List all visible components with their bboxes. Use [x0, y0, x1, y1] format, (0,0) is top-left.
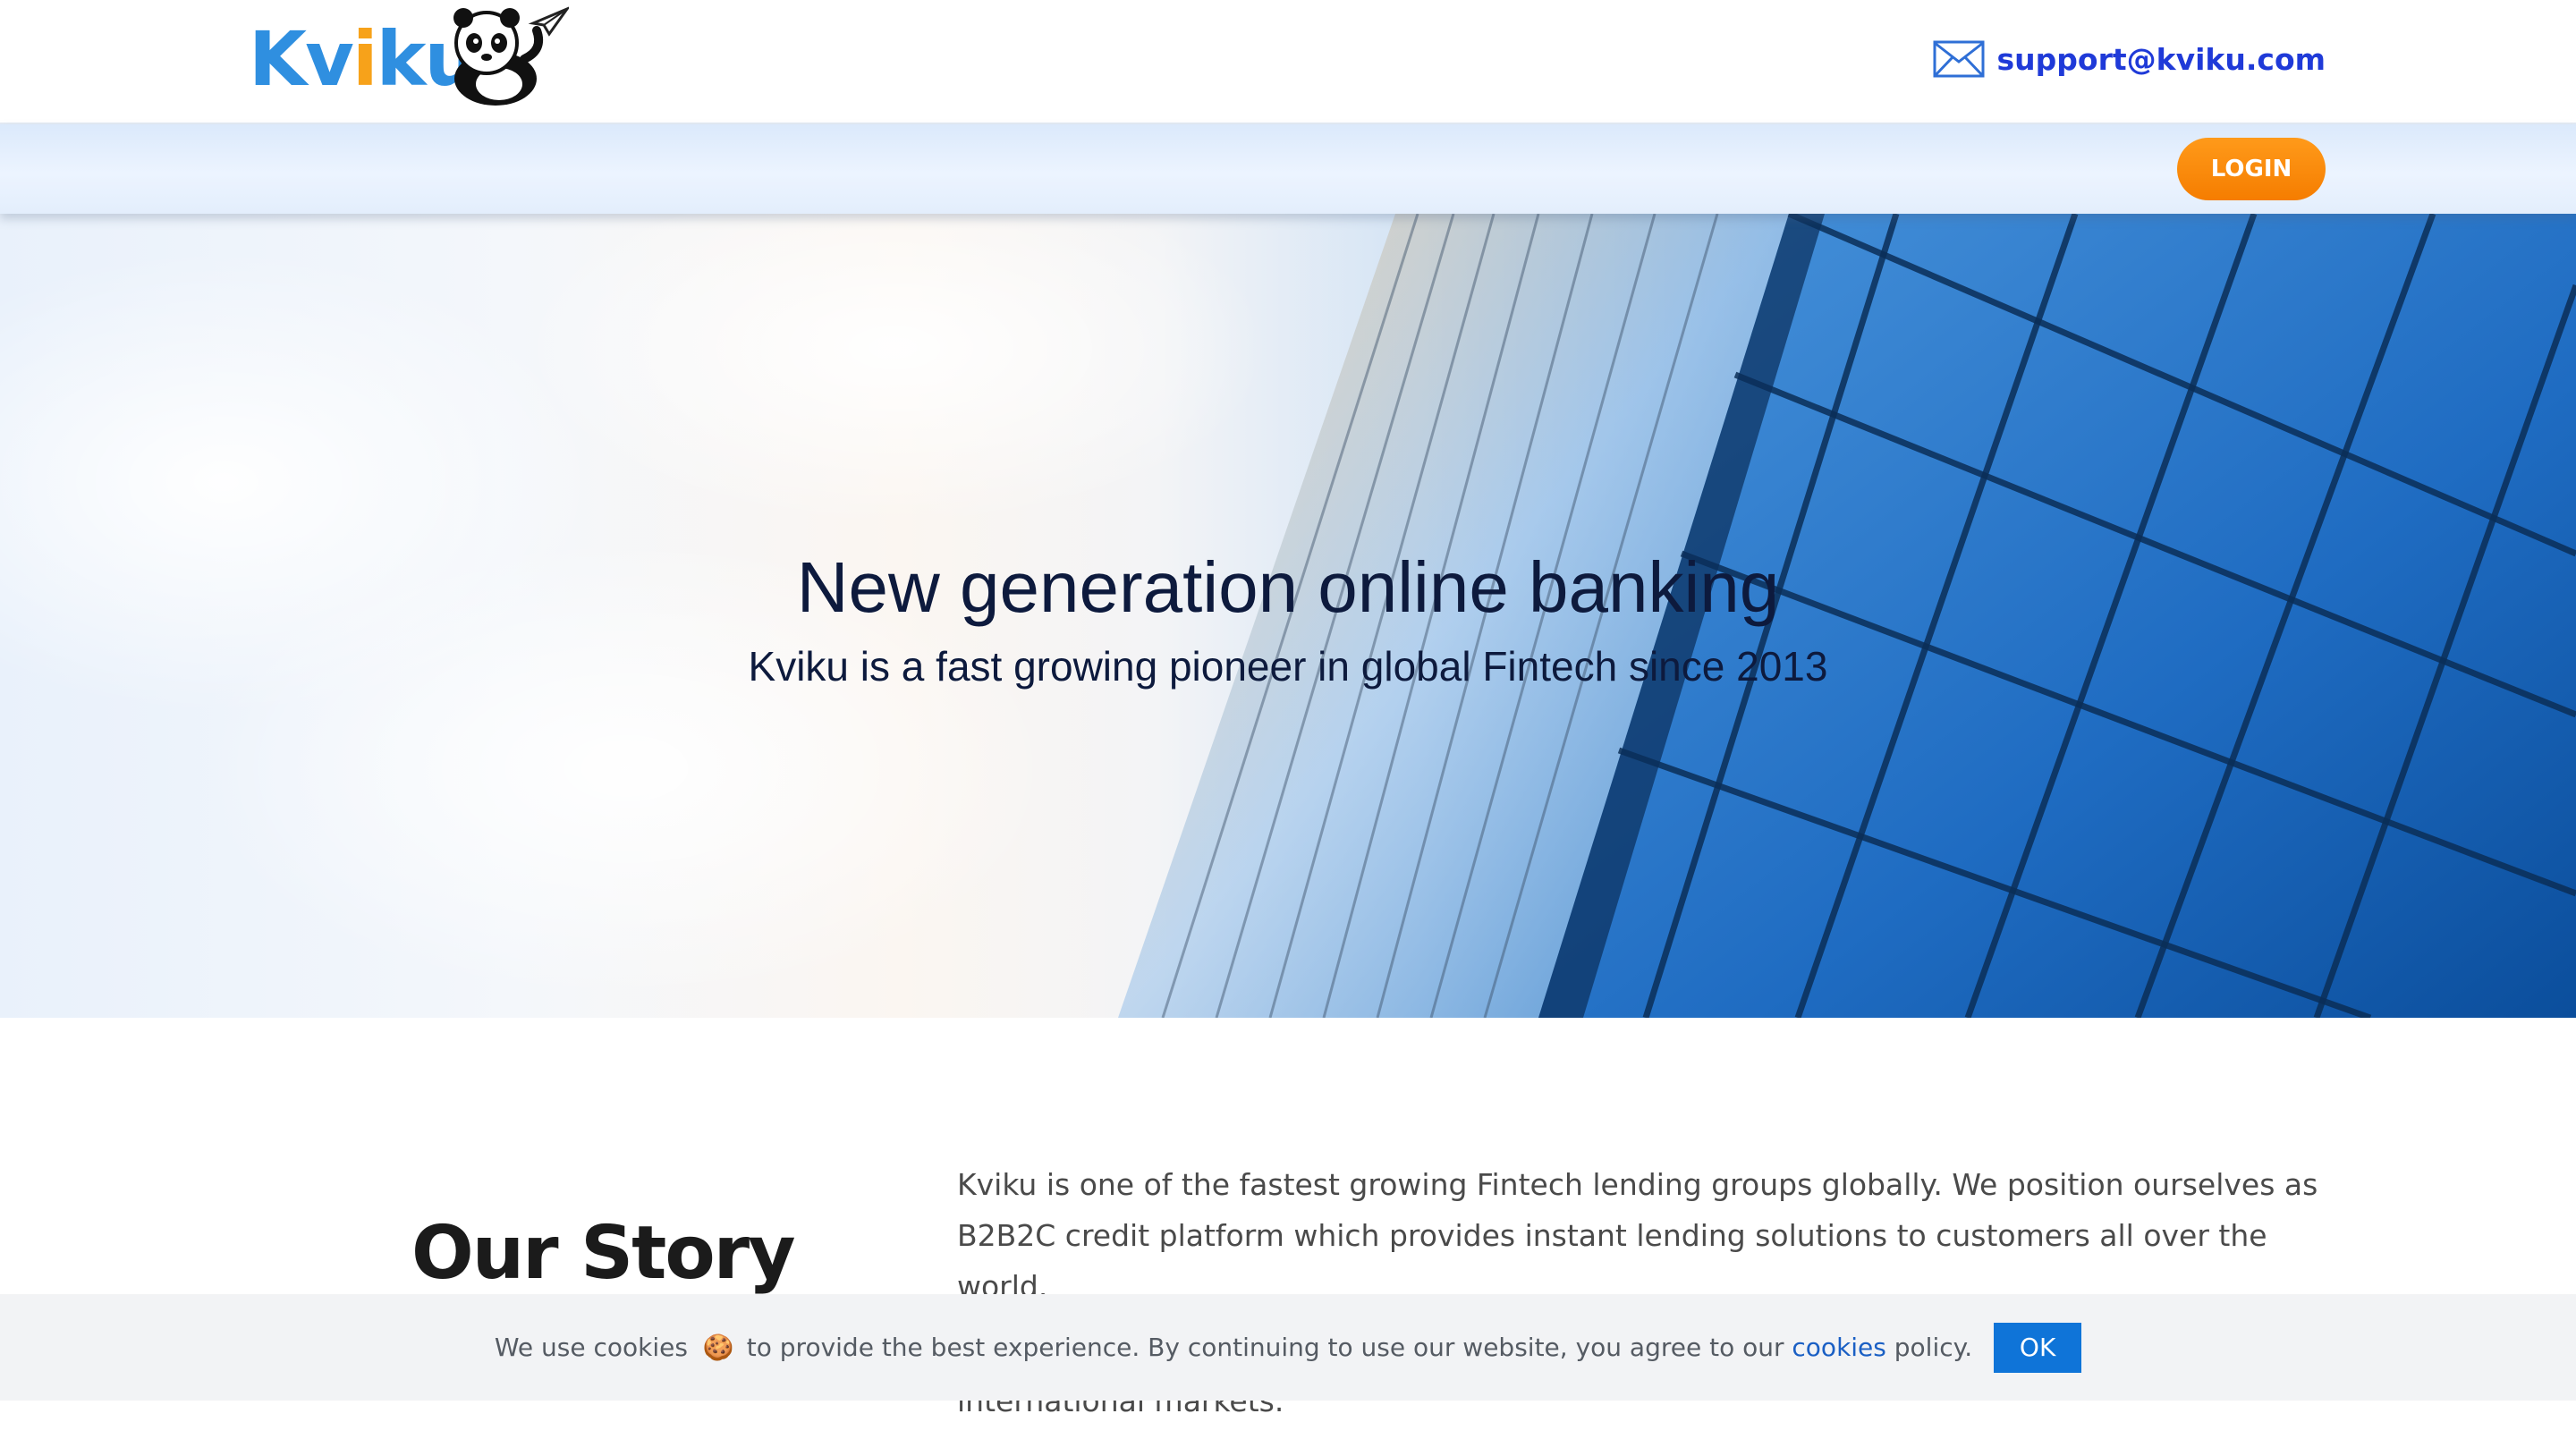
cookie-consent-bar: We use cookies 🍪 to provide the best expe… [0, 1294, 2576, 1401]
story-paragraph: Kviku is one of the fastest growing Fint… [957, 1167, 2318, 1304]
support-email-text: support@kviku.com [1996, 41, 2326, 77]
hero-banner: New generation online banking Kviku is a… [0, 214, 2576, 1018]
top-header: Kviku support@kviku.com [0, 0, 2576, 124]
cookie-icon: 🍪 [702, 1333, 734, 1362]
kviku-logo[interactable]: Kviku [245, 4, 569, 109]
cookie-ok-button[interactable]: OK [1994, 1322, 2082, 1373]
panda-icon [453, 6, 569, 106]
section-title-our-story: Our Story [411, 1211, 796, 1296]
support-email-link[interactable]: support@kviku.com [1933, 38, 2326, 80]
envelope-icon [1933, 40, 1985, 78]
hero-subtitle: Kviku is a fast growing pioneer in globa… [748, 643, 1828, 690]
hero-title: New generation online banking [796, 547, 1780, 627]
login-button[interactable]: LOGIN [2177, 138, 2326, 200]
cookies-policy-link[interactable]: cookies [1792, 1333, 1885, 1362]
cookie-message: We use cookies 🍪 to provide the best expe… [494, 1333, 1973, 1362]
logo-wordmark: Kviku [249, 15, 478, 103]
nav-bar: LOGIN [0, 124, 2576, 214]
